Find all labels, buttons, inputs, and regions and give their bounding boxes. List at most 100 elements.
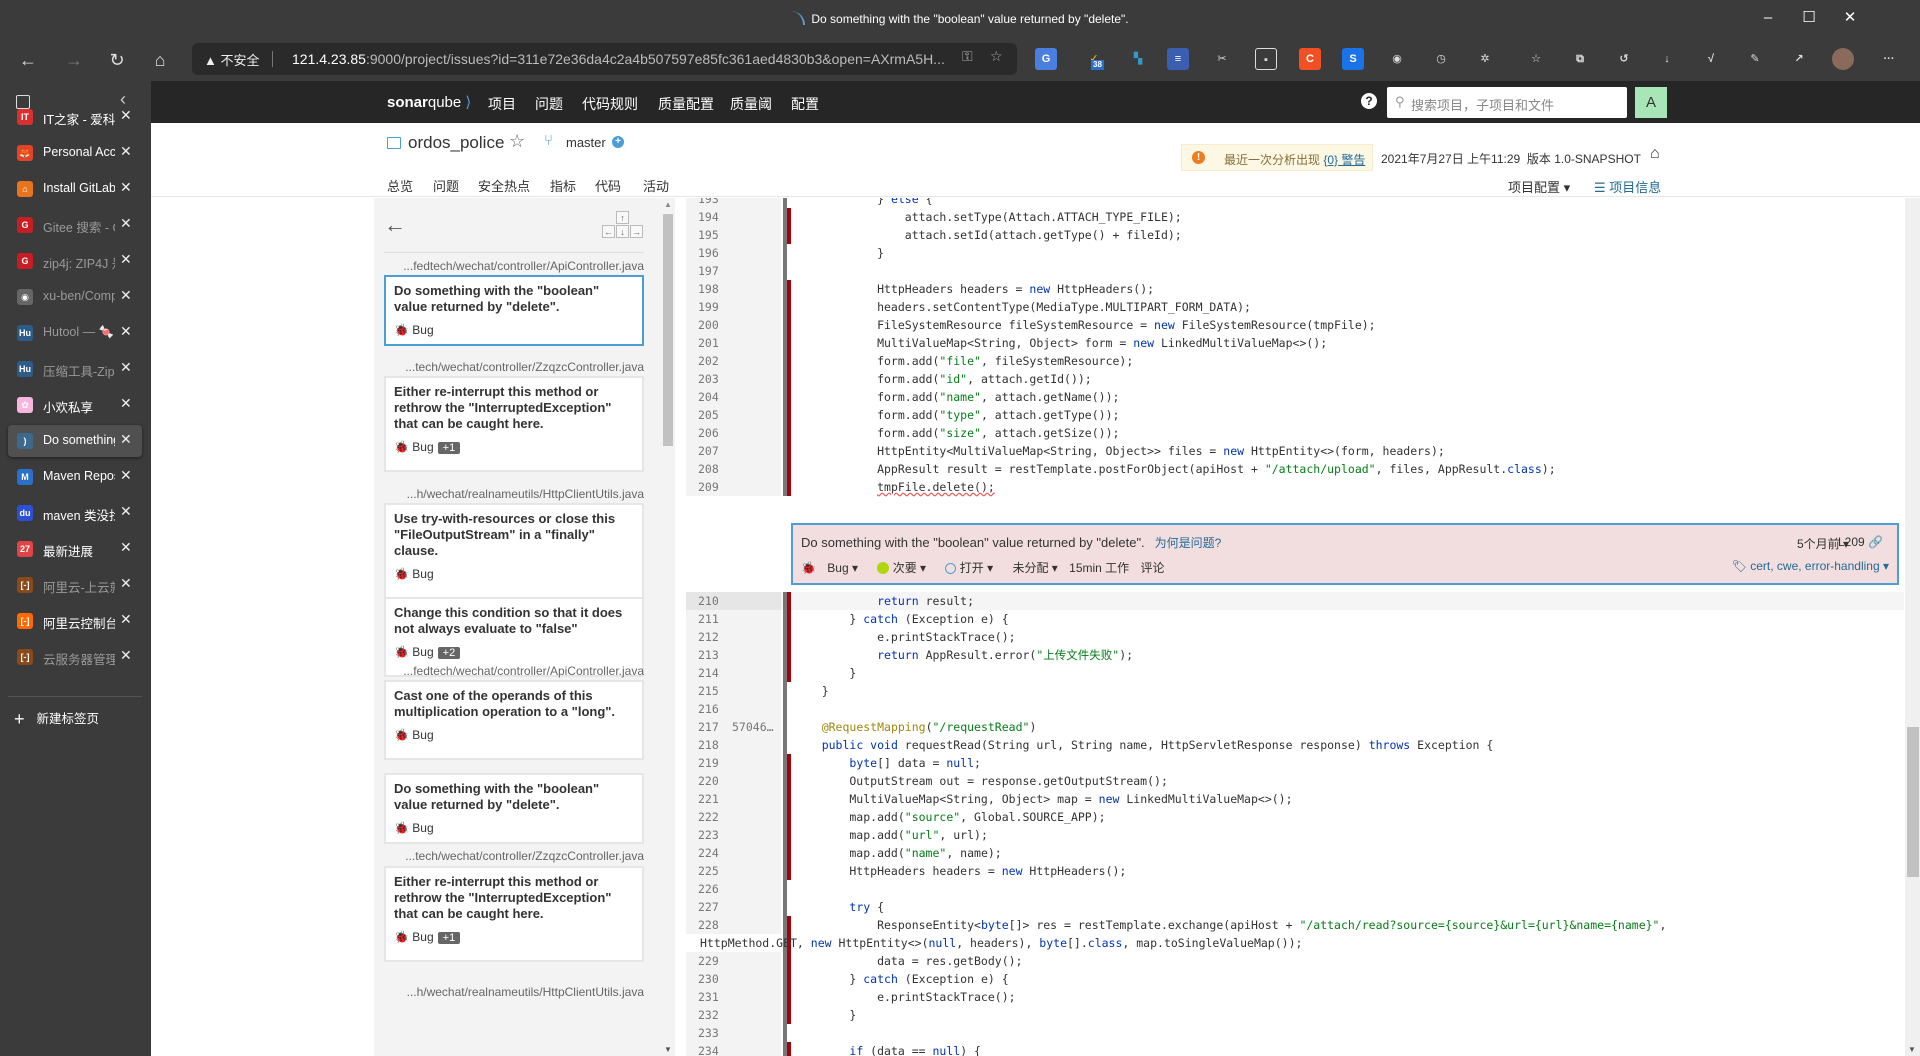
close-tab-icon[interactable]: ✕: [120, 575, 132, 592]
issue-card-message[interactable]: Do something with the "boolean" value re…: [394, 781, 634, 813]
line-number[interactable]: 216: [686, 700, 781, 718]
reader-extension-icon[interactable]: ≡: [1167, 48, 1189, 70]
locations-badge[interactable]: +1: [437, 442, 461, 454]
close-tab-icon[interactable]: ✕: [120, 179, 132, 196]
key-icon[interactable]: ⚿: [962, 48, 973, 65]
close-tab-icon[interactable]: ✕: [120, 647, 132, 664]
close-tab-icon[interactable]: ✕: [120, 467, 132, 484]
global-nav-item[interactable]: 质量配置: [658, 94, 714, 114]
project-tab[interactable]: 指标: [550, 176, 576, 195]
line-number[interactable]: 203: [686, 370, 781, 388]
sonarqube-logo[interactable]: sonarqube ⟩: [387, 93, 471, 111]
tab-item[interactable]: M Maven Repos ✕: [8, 461, 142, 493]
close-tab-icon[interactable]: ✕: [120, 503, 132, 520]
close-tab-icon[interactable]: ✕: [120, 539, 132, 556]
line-number[interactable]: 193: [686, 198, 781, 208]
line-number[interactable]: 229: [686, 952, 781, 970]
history-icon[interactable]: ↺: [1613, 48, 1635, 70]
line-number[interactable]: 220: [686, 772, 781, 790]
locations-badge[interactable]: +1: [437, 932, 461, 944]
downloads-icon[interactable]: ↓: [1656, 48, 1678, 70]
share-icon[interactable]: ↗: [1788, 48, 1810, 70]
close-tab-icon[interactable]: ✕: [120, 323, 132, 340]
project-name[interactable]: ordos_police: [408, 133, 504, 153]
issue-card-message[interactable]: Do something with the "boolean" value re…: [394, 283, 634, 315]
warnings-link[interactable]: {0} 警告: [1323, 153, 1365, 167]
issue-line-link[interactable]: L209 🔗: [1838, 535, 1883, 549]
security-warning[interactable]: ▲ 不安全: [204, 50, 260, 69]
issue-card-message[interactable]: Either re-interrupt this method or rethr…: [394, 384, 634, 432]
status-dropdown[interactable]: 打开 ▾: [945, 561, 1001, 575]
locations-badge[interactable]: +2: [437, 647, 461, 659]
line-number[interactable]: 206: [686, 424, 781, 442]
line-number[interactable]: 211: [686, 610, 781, 628]
issue-card-message[interactable]: Use try-with-resources or close this "Fi…: [394, 511, 634, 559]
extensions-icon[interactable]: ✲: [1474, 48, 1496, 70]
issue-card-message[interactable]: Cast one of the operands of this multipl…: [394, 688, 634, 720]
line-number[interactable]: 233: [686, 1024, 781, 1042]
forward-button[interactable]: →: [60, 46, 88, 74]
issue-message[interactable]: Do something with the "boolean" value re…: [801, 535, 1145, 550]
line-number[interactable]: 223: [686, 826, 781, 844]
tab-item[interactable]: Hu 压缩工具-Zip ✕: [8, 353, 142, 385]
favorites-icon[interactable]: ☆: [1525, 48, 1547, 70]
assignee-dropdown[interactable]: 未分配 ▾: [1012, 561, 1057, 575]
global-search-input[interactable]: ⚲ 搜索项目，子项目和文件: [1387, 87, 1627, 118]
refresh-button[interactable]: ↻: [103, 46, 131, 74]
address-bar[interactable]: ▲ 不安全 121.4.23.85:9000/project/issues?id…: [192, 43, 1017, 75]
add-favorite-icon[interactable]: ☆: [990, 48, 1003, 65]
tab-item[interactable]: ◉ xu-ben/Compr ✕: [8, 281, 142, 313]
apps-extension-icon[interactable]: ▚: [1127, 48, 1149, 70]
permalink-icon[interactable]: 🔗: [1868, 535, 1883, 549]
issue-card[interactable]: Use try-with-resources or close this "Fi…: [384, 503, 644, 599]
line-number[interactable]: 208: [686, 460, 781, 478]
line-number[interactable]: 221: [686, 790, 781, 808]
user-avatar[interactable]: A: [1635, 87, 1667, 118]
tab-item[interactable]: 🦊 Personal Access ✕: [8, 137, 142, 169]
maximize-button[interactable]: ☐: [1789, 4, 1829, 32]
issue-card[interactable]: Do something with the "boolean" value re…: [384, 773, 644, 844]
line-number[interactable]: 197: [686, 262, 781, 280]
line-number[interactable]: 230: [686, 970, 781, 988]
help-icon[interactable]: ?: [1361, 93, 1377, 109]
page-scrollbar-thumb[interactable]: [1907, 727, 1919, 877]
more-menu-button[interactable]: ···: [1878, 48, 1900, 70]
tab-item[interactable]: ✿ 小欢私享 ✕: [8, 389, 142, 421]
translate-extension-icon[interactable]: G: [1035, 48, 1057, 70]
line-number[interactable]: 209: [686, 478, 781, 496]
line-number[interactable]: 218: [686, 736, 781, 754]
back-arrow-icon[interactable]: ←: [384, 212, 406, 238]
project-tab[interactable]: 活动: [643, 176, 669, 195]
close-tab-icon[interactable]: ✕: [120, 359, 132, 376]
minimize-button[interactable]: –: [1748, 4, 1788, 32]
close-tab-icon[interactable]: ✕: [120, 431, 132, 448]
s-extension-icon[interactable]: S: [1342, 48, 1364, 70]
tab-item[interactable]: IT IT之家 - 爱科技 ✕: [8, 101, 142, 133]
line-number[interactable]: 228: [686, 916, 781, 934]
close-tab-icon[interactable]: ✕: [120, 287, 132, 304]
project-tab[interactable]: 安全热点: [478, 176, 530, 195]
tab-item[interactable]: 27 最新进展 ✕: [8, 533, 142, 565]
close-tab-icon[interactable]: ✕: [120, 611, 132, 628]
line-number[interactable]: 201: [686, 334, 781, 352]
profile-avatar[interactable]: [1832, 48, 1854, 70]
tab-item[interactable]: du maven 类没找 ✕: [8, 497, 142, 529]
why-is-this-an-issue-link[interactable]: 为何是问题?: [1155, 536, 1222, 550]
line-number[interactable]: 195: [686, 226, 781, 244]
close-window-button[interactable]: ✕: [1830, 4, 1870, 32]
tags-dropdown[interactable]: 🏷 cert, cwe, error-handling ▾: [1732, 559, 1889, 573]
issue-card[interactable]: Cast one of the operands of this multipl…: [384, 680, 644, 760]
tab-item[interactable]: [-] 阿里云控制台 ✕: [8, 605, 142, 637]
web-capture-icon[interactable]: ✎: [1744, 48, 1766, 70]
line-number[interactable]: 210: [686, 592, 781, 610]
collections-icon[interactable]: ⧉: [1569, 48, 1591, 70]
line-number[interactable]: 196: [686, 244, 781, 262]
issue-box[interactable]: Do something with the "boolean" value re…: [791, 523, 1899, 585]
tab-item[interactable]: Gzip4j: ZIP4J 是 ✕: [8, 245, 142, 277]
line-number[interactable]: 213: [686, 646, 781, 664]
issue-card[interactable]: Do something with the "boolean" value re…: [384, 275, 644, 346]
line-number[interactable]: 215: [686, 682, 781, 700]
screenshot-icon[interactable]: ▪: [1255, 48, 1277, 70]
close-tab-icon[interactable]: ✕: [120, 143, 132, 160]
line-number[interactable]: 194: [686, 208, 781, 226]
